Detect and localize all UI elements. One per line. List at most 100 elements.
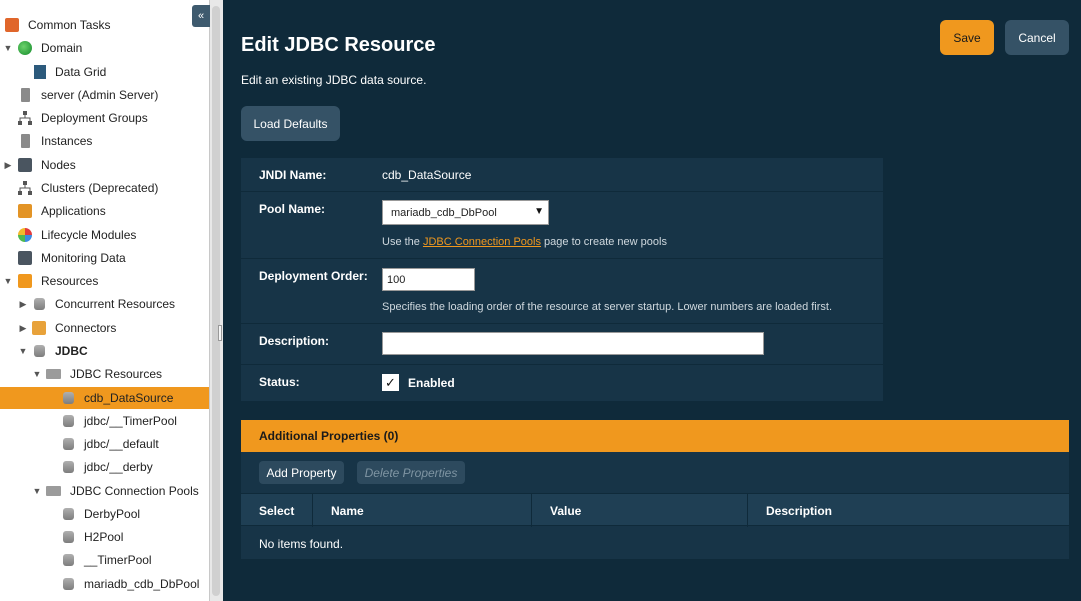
database-icon — [63, 438, 74, 450]
monitor-icon — [18, 251, 32, 265]
sidebar-scrollbar[interactable] — [212, 6, 220, 596]
tree-item-monitoring-data[interactable]: Monitoring Data — [0, 247, 209, 269]
add-property-button[interactable]: Add Property — [259, 461, 344, 484]
jndi-name-value: cdb_DataSource — [382, 168, 472, 182]
pool-help-prefix: Use the — [382, 236, 423, 248]
description-row: Description: — [241, 324, 883, 365]
tree-item-applications[interactable]: Applications — [0, 200, 209, 222]
tree-item-common-tasks[interactable]: Common Tasks — [0, 14, 209, 36]
enabled-checkbox[interactable]: ✓ — [382, 374, 399, 391]
additional-properties-table: Add Property Delete Properties Select Na… — [241, 452, 1069, 559]
database-icon — [63, 554, 74, 566]
database-icon — [63, 508, 74, 520]
connector-icon — [32, 321, 46, 335]
tree-item-clusters[interactable]: Clusters (Deprecated) — [0, 177, 209, 199]
tasks-icon — [5, 18, 19, 32]
server-icon — [21, 88, 30, 102]
additional-properties-header[interactable]: Additional Properties (0) — [241, 420, 1069, 452]
database-icon — [63, 461, 74, 473]
column-description[interactable]: Description — [748, 494, 1069, 527]
table-header: Select Name Value Description — [241, 493, 1069, 527]
deployment-order-label: Deployment Order: — [259, 269, 368, 283]
network-icon — [18, 181, 32, 195]
database-icon — [63, 392, 74, 404]
globe-icon — [18, 41, 32, 55]
splitter-handle[interactable] — [218, 325, 222, 341]
deployment-order-help: Specifies the loading order of the resou… — [382, 301, 833, 313]
pool-name-select[interactable]: mariadb_cdb_DbPool ▼ — [382, 200, 549, 225]
tree-item-jdbc-resources[interactable]: ▼ JDBC Resources — [0, 363, 209, 385]
dropdown-arrow-icon: ▼ — [534, 206, 544, 217]
resources-icon — [18, 274, 32, 288]
enabled-label: Enabled — [408, 376, 455, 390]
pool-name-row: Pool Name: mariadb_cdb_DbPool ▼ Use the … — [241, 192, 883, 259]
tree-item-mariadb-pool[interactable]: mariadb_cdb_DbPool — [0, 573, 209, 595]
tree-item-jdbc[interactable]: ▼ JDBC — [0, 340, 209, 362]
page-subtitle: Edit an existing JDBC data source. — [241, 73, 427, 87]
tree-item-derbypool[interactable]: DerbyPool — [0, 503, 209, 525]
tree-item-deployment-groups[interactable]: Deployment Groups — [0, 107, 209, 129]
collapse-sidebar-button[interactable]: « — [192, 5, 210, 27]
properties-form: JNDI Name: cdb_DataSource Pool Name: mar… — [241, 158, 883, 401]
chevron-down-icon[interactable]: ▼ — [3, 43, 13, 53]
page-title: Edit JDBC Resource — [241, 34, 436, 56]
cancel-button[interactable]: Cancel — [1005, 20, 1069, 55]
tree-item-timerpool[interactable]: __TimerPool — [0, 549, 209, 571]
chevron-down-icon[interactable]: ▼ — [32, 369, 42, 379]
column-value[interactable]: Value — [532, 494, 748, 527]
pool-name-selected: mariadb_cdb_DbPool — [391, 206, 497, 219]
database-icon — [63, 578, 74, 590]
tree-item-nodes[interactable]: ▶ Nodes — [0, 154, 209, 176]
grid-icon — [34, 65, 46, 79]
database-icon — [63, 531, 74, 543]
description-input[interactable] — [382, 332, 764, 355]
database-icon — [34, 345, 45, 357]
jndi-name-label: JNDI Name: — [259, 168, 327, 182]
nodes-icon — [18, 158, 32, 172]
delete-properties-button[interactable]: Delete Properties — [357, 461, 465, 484]
database-icon — [34, 298, 45, 310]
column-select[interactable]: Select — [241, 494, 313, 527]
chevron-down-icon[interactable]: ▼ — [3, 276, 13, 286]
load-defaults-button[interactable]: Load Defaults — [241, 106, 340, 141]
description-label: Description: — [259, 334, 330, 348]
chevron-down-icon[interactable]: ▼ — [18, 346, 28, 356]
pool-name-label: Pool Name: — [259, 202, 326, 216]
empty-table-message: No items found. — [259, 537, 344, 551]
tree-item-data-grid[interactable]: Data Grid — [0, 61, 209, 83]
deployment-order-row: Deployment Order: 100 Specifies the load… — [241, 259, 883, 324]
database-icon — [63, 415, 74, 427]
navigation-tree: Common Tasks ▼ Domain Data Grid server (… — [0, 0, 209, 601]
network-icon — [18, 111, 32, 125]
chevron-right-icon[interactable]: ▶ — [18, 299, 28, 309]
tree-item-cdb-datasource[interactable]: cdb_DataSource — [0, 387, 209, 409]
chevron-right-icon[interactable]: ▶ — [18, 323, 28, 333]
jdbc-connection-pools-link[interactable]: JDBC Connection Pools — [423, 236, 541, 248]
tree-item-instances[interactable]: Instances — [0, 130, 209, 152]
tree-item-timerpool-resource[interactable]: jdbc/__TimerPool — [0, 410, 209, 432]
tree-item-resources[interactable]: ▼ Resources — [0, 270, 209, 292]
deployment-order-input[interactable]: 100 — [382, 268, 475, 291]
main-content: Edit JDBC Resource Edit an existing JDBC… — [223, 0, 1081, 601]
tree-item-jdbc-connection-pools[interactable]: ▼ JDBC Connection Pools — [0, 480, 209, 502]
server-icon — [21, 134, 30, 148]
chevron-down-icon[interactable]: ▼ — [32, 486, 42, 496]
save-button[interactable]: Save — [940, 20, 994, 55]
tree-item-server[interactable]: server (Admin Server) — [0, 84, 209, 106]
chevron-right-icon[interactable]: ▶ — [3, 160, 13, 170]
tree-item-connectors[interactable]: ▶ Connectors — [0, 317, 209, 339]
tree-item-concurrent-resources[interactable]: ▶ Concurrent Resources — [0, 293, 209, 315]
tree-item-h2pool[interactable]: H2Pool — [0, 526, 209, 548]
tree-item-derby-resource[interactable]: jdbc/__derby — [0, 456, 209, 478]
tree-item-default-resource[interactable]: jdbc/__default — [0, 433, 209, 455]
folder-icon — [46, 369, 61, 379]
applications-icon — [18, 204, 32, 218]
column-name[interactable]: Name — [313, 494, 532, 527]
status-label: Status: — [259, 375, 300, 389]
pool-help-suffix: page to create new pools — [540, 236, 667, 248]
status-row: Status: ✓ Enabled — [241, 365, 883, 401]
folder-icon — [46, 486, 61, 496]
tree-item-domain[interactable]: ▼ Domain — [0, 37, 209, 59]
tree-item-lifecycle-modules[interactable]: Lifecycle Modules — [0, 224, 209, 246]
pool-name-help: Use the JDBC Connection Pools page to cr… — [382, 236, 667, 248]
